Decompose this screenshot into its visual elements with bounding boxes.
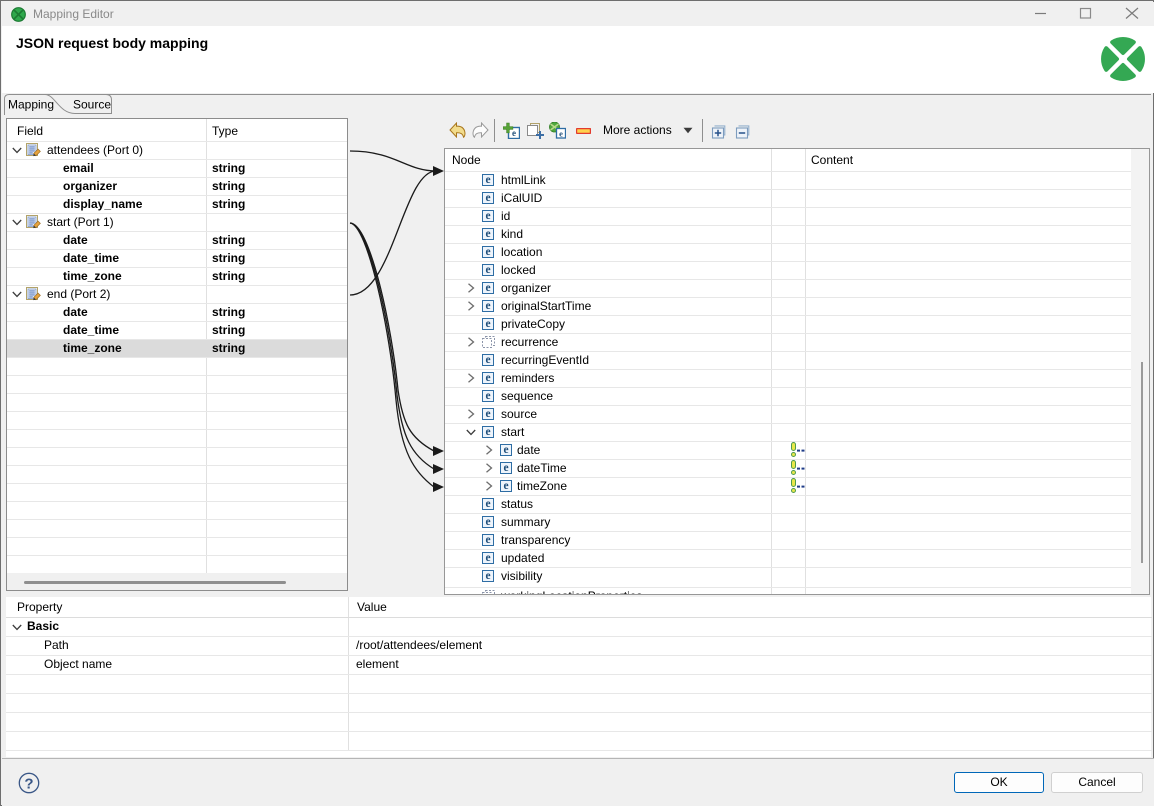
svg-text:?: ? bbox=[24, 776, 33, 793]
svg-text:Mapping: Mapping bbox=[8, 98, 54, 112]
svg-text:Source: Source bbox=[73, 98, 111, 112]
svg-text:e: e bbox=[559, 129, 563, 139]
